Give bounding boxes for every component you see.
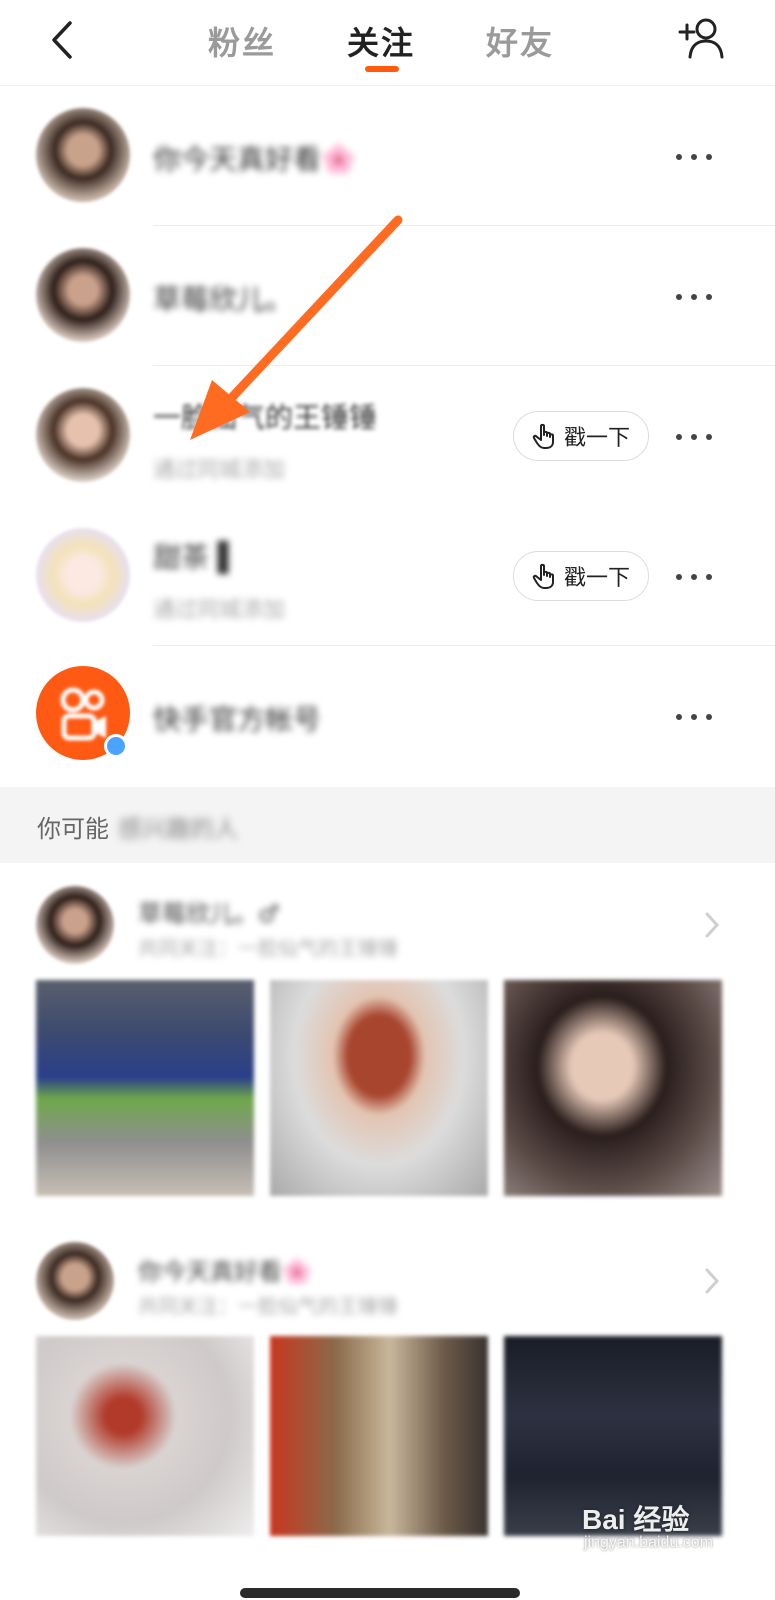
user-name: 你今天真好看🌸 xyxy=(153,143,356,176)
top-nav-bar: 粉丝 关注 好友 xyxy=(0,0,775,86)
tab-bar: 粉丝 关注 好友 xyxy=(0,0,775,86)
tab-fans[interactable]: 粉丝 xyxy=(208,18,276,64)
more-button[interactable] xyxy=(676,292,712,302)
add-friend-button[interactable] xyxy=(678,16,724,60)
watermark: Bai 经验 jingyan.baidu.com xyxy=(582,1492,742,1562)
list-item[interactable]: 甜茶 ▌ 通过同城添加 戳一下 xyxy=(0,506,775,646)
suggestions-title-blurred: 感兴趣的人 xyxy=(118,815,238,843)
chevron-right-icon xyxy=(705,1268,720,1294)
avatar[interactable] xyxy=(36,248,130,342)
watermark-url: jingyan.baidu.com xyxy=(584,1534,713,1551)
home-indicator[interactable] xyxy=(240,1588,520,1598)
avatar[interactable] xyxy=(36,886,114,964)
add-user-icon xyxy=(678,18,724,59)
user-subtitle: 共同关注：一脸仙气的王锤锤 xyxy=(138,1294,398,1318)
list-item[interactable]: 你今天真好看🌸 xyxy=(0,86,775,226)
list-item[interactable]: 一脸仙气的王锤锤 通过同城添加 戳一下 xyxy=(0,366,775,506)
avatar[interactable] xyxy=(36,108,130,202)
user-name: 甜茶 ▌ xyxy=(153,541,240,574)
poke-label: 戳一下 xyxy=(563,566,630,591)
avatar[interactable] xyxy=(36,388,130,482)
list-item[interactable]: 快手官方帐号 xyxy=(0,646,775,786)
list-item[interactable]: 草莓欣儿。 xyxy=(0,226,775,366)
poke-button[interactable]: 戳一下 xyxy=(513,551,649,601)
verified-badge xyxy=(104,734,128,758)
user-name: 一脸仙气的王锤锤 xyxy=(153,401,378,434)
avatar[interactable] xyxy=(36,528,130,622)
video-thumbnail[interactable] xyxy=(270,980,488,1196)
watermark-text: Bai 经验 xyxy=(582,1504,690,1535)
suggestions-title: 你可能 xyxy=(37,815,109,843)
user-name: 你今天真好看🌸 xyxy=(138,1258,312,1286)
video-thumbnail[interactable] xyxy=(504,980,722,1196)
tab-friends[interactable]: 好友 xyxy=(486,18,554,64)
user-name: 草莓欣儿。 xyxy=(153,283,294,316)
more-button[interactable] xyxy=(676,572,712,582)
more-button[interactable] xyxy=(676,152,712,162)
user-subtitle: 通过同城添加 xyxy=(153,458,286,483)
video-thumbnail[interactable] xyxy=(36,980,254,1196)
tap-hand-icon xyxy=(532,423,554,449)
avatar[interactable] xyxy=(36,666,130,760)
poke-label: 戳一下 xyxy=(563,426,630,451)
suggestions-header: 你可能 感兴趣的人 xyxy=(0,787,775,863)
tap-hand-icon xyxy=(532,563,554,589)
video-thumbnail[interactable] xyxy=(270,1336,488,1536)
more-button[interactable] xyxy=(676,712,712,722)
poke-button[interactable]: 戳一下 xyxy=(513,411,649,461)
video-thumbnail[interactable] xyxy=(36,1336,254,1536)
user-subtitle: 通过同城添加 xyxy=(153,598,286,623)
more-button[interactable] xyxy=(676,432,712,442)
active-tab-indicator xyxy=(365,66,399,72)
user-subtitle: 共同关注：一脸仙气的王锤锤 xyxy=(138,936,398,960)
tab-following[interactable]: 关注 xyxy=(347,18,415,64)
chevron-right-icon xyxy=(705,912,720,938)
user-name: 草莓欣儿。♂ xyxy=(138,900,280,928)
user-name: 快手官方帐号 xyxy=(153,703,322,736)
avatar[interactable] xyxy=(36,1242,114,1320)
